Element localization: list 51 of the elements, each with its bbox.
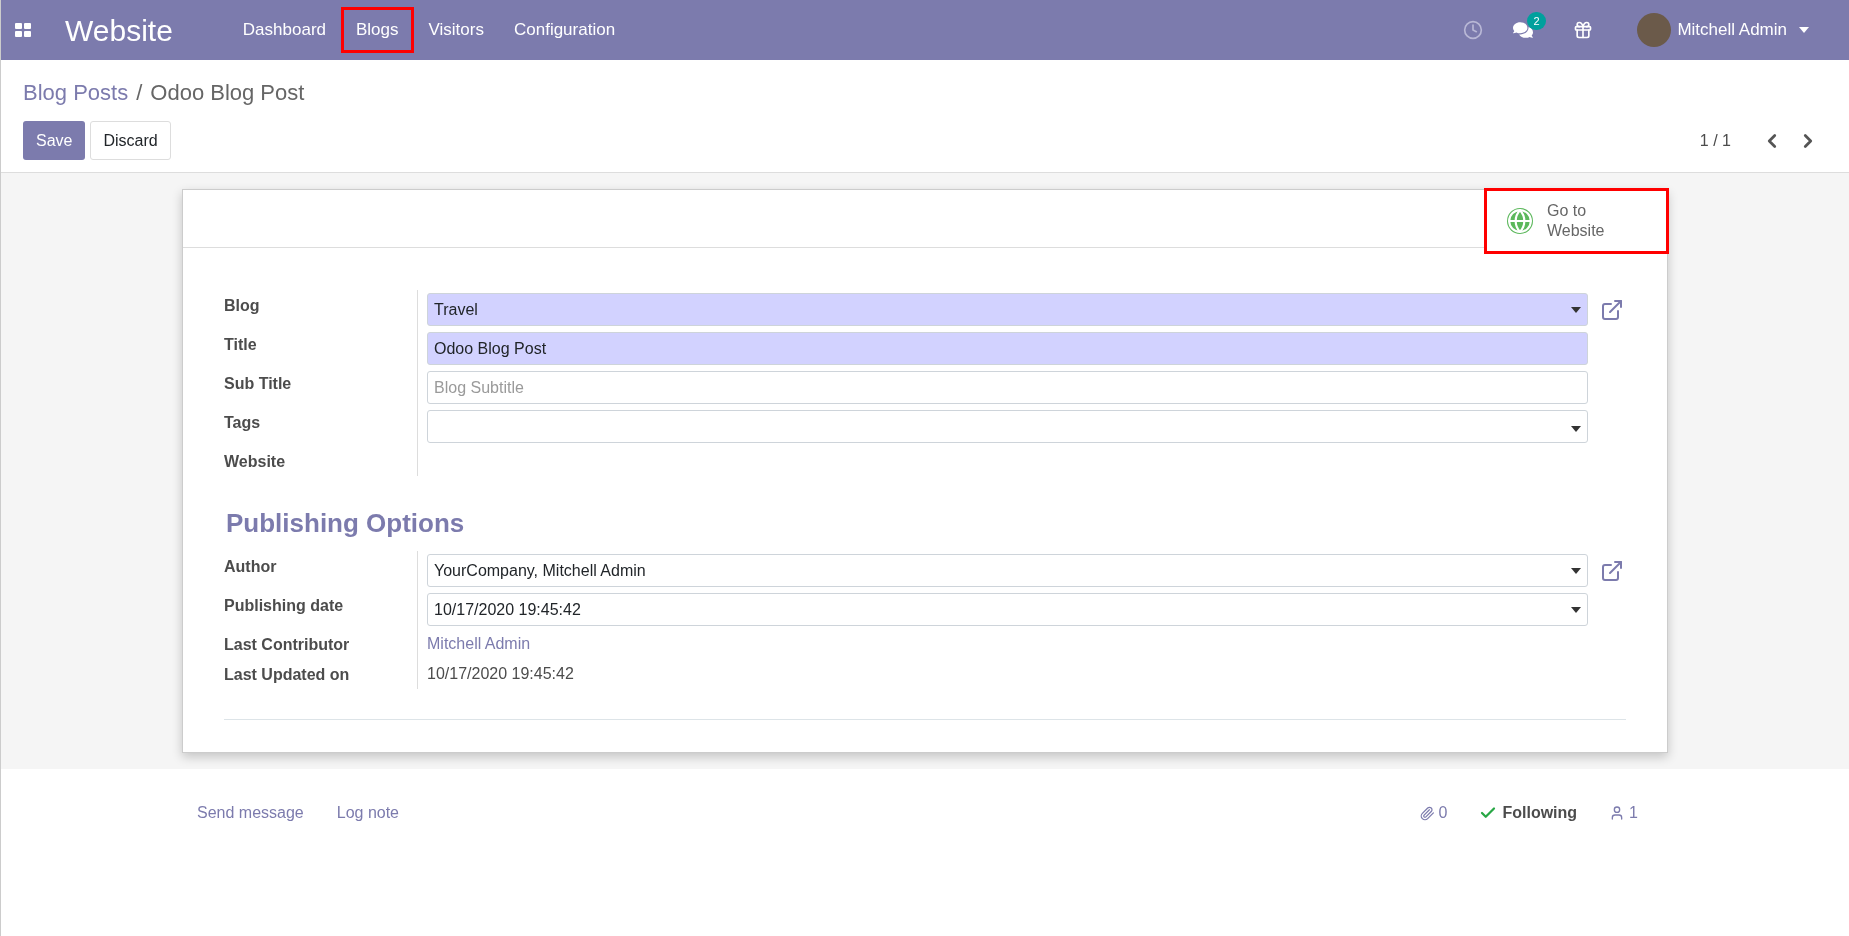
select-field[interactable]: 10/17/2020 19:45:42 xyxy=(427,593,1588,626)
caret-icon xyxy=(1571,426,1581,432)
field-label: Publishing date xyxy=(224,597,344,614)
text-field[interactable]: Blog Subtitle xyxy=(427,371,1588,404)
field-label: Website xyxy=(224,453,286,470)
field-label: Title xyxy=(224,336,257,353)
external-link-icon[interactable] xyxy=(1600,297,1624,322)
section-title: Publishing Options xyxy=(226,507,466,540)
field-label: Tags xyxy=(224,414,261,431)
discard-button[interactable]: Discard xyxy=(90,121,171,160)
breadcrumb-separator: / xyxy=(136,79,143,107)
menu-item[interactable]: Blogs xyxy=(341,7,414,53)
tags-field[interactable] xyxy=(427,410,1588,443)
field-label: Author xyxy=(224,558,277,575)
menu-item[interactable]: Dashboard xyxy=(227,7,341,53)
text-field[interactable]: Odoo Blog Post xyxy=(427,332,1588,365)
globe-icon xyxy=(1507,208,1533,234)
caret-icon xyxy=(1571,606,1581,613)
app-title[interactable]: Website xyxy=(65,7,173,53)
field-value: 10/17/2020 19:45:42 xyxy=(427,665,574,682)
breadcrumb-current: Odoo Blog Post xyxy=(150,79,305,107)
user-menu[interactable]: Mitchell Admin xyxy=(1637,13,1809,47)
caret-icon xyxy=(1571,567,1581,574)
menu-item[interactable]: Configuration xyxy=(498,7,631,53)
caret-icon xyxy=(1799,27,1809,33)
clock-icon[interactable] xyxy=(1463,20,1484,40)
caret-icon xyxy=(1571,306,1581,313)
select-field[interactable]: Travel xyxy=(427,293,1588,326)
avatar-placeholder xyxy=(1637,13,1672,47)
field-label: Sub Title xyxy=(224,375,292,392)
go-to-website-button[interactable]: Go to Website xyxy=(1484,188,1669,254)
gift-icon[interactable] xyxy=(1573,20,1594,40)
attachments-button[interactable]: 0 xyxy=(1419,801,1448,825)
breadcrumb-link[interactable]: Blog Posts xyxy=(23,76,129,109)
field-label: Last Updated on xyxy=(224,666,350,683)
followers-button[interactable]: 1 xyxy=(1609,801,1638,825)
apps-grid-icon[interactable] xyxy=(15,23,31,37)
log-note-link[interactable]: Log note xyxy=(336,801,399,825)
menu-item[interactable]: Visitors xyxy=(413,7,499,53)
message-count-badge: 2 xyxy=(1527,12,1546,30)
contributor-link[interactable]: Mitchell Admin xyxy=(427,635,531,652)
pager-value: 1 / 1 xyxy=(1699,130,1731,151)
external-link-icon[interactable] xyxy=(1600,558,1624,583)
following-button[interactable]: Following xyxy=(1479,801,1578,825)
field-label: Last Contributor xyxy=(224,636,350,653)
select-field[interactable]: YourCompany, Mitchell Admin xyxy=(427,554,1588,587)
paperclip-icon xyxy=(1419,805,1435,821)
chat-icon[interactable] xyxy=(1513,20,1534,40)
field-label: Blog xyxy=(224,297,260,314)
save-button[interactable]: Save xyxy=(23,121,86,160)
send-message-link[interactable]: Send message xyxy=(197,801,304,825)
